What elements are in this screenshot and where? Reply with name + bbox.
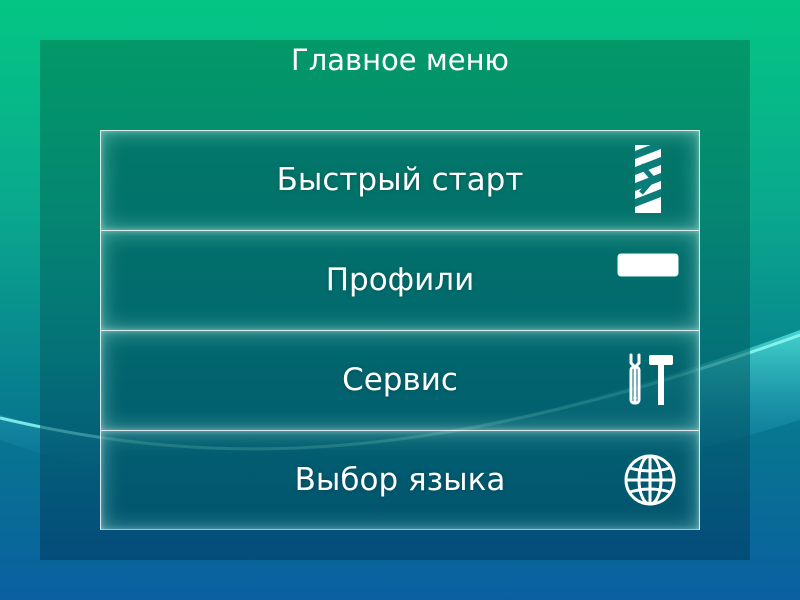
- menu-item-label: Профили: [325, 262, 475, 298]
- menu-item-label: Быстрый старт: [276, 162, 524, 198]
- menu-item-profiles[interactable]: Профили: [101, 231, 699, 330]
- menu-item-label: Сервис: [342, 362, 458, 398]
- menu-item-language[interactable]: Выбор языка: [101, 431, 699, 530]
- page-title: Главное меню: [291, 43, 509, 77]
- wrench-hammer-icon: [619, 331, 679, 430]
- menu-item-label: Выбор языка: [294, 462, 506, 498]
- menu-item-service[interactable]: Сервис: [101, 331, 699, 430]
- quick-start-icon: [619, 131, 679, 230]
- profile-card-icon: [617, 231, 679, 330]
- menu-item-quick-start[interactable]: Быстрый старт: [101, 131, 699, 230]
- main-menu-list: Быстрый старт Профили Сервис Выбор языка: [100, 130, 700, 530]
- globe-icon: [619, 431, 679, 530]
